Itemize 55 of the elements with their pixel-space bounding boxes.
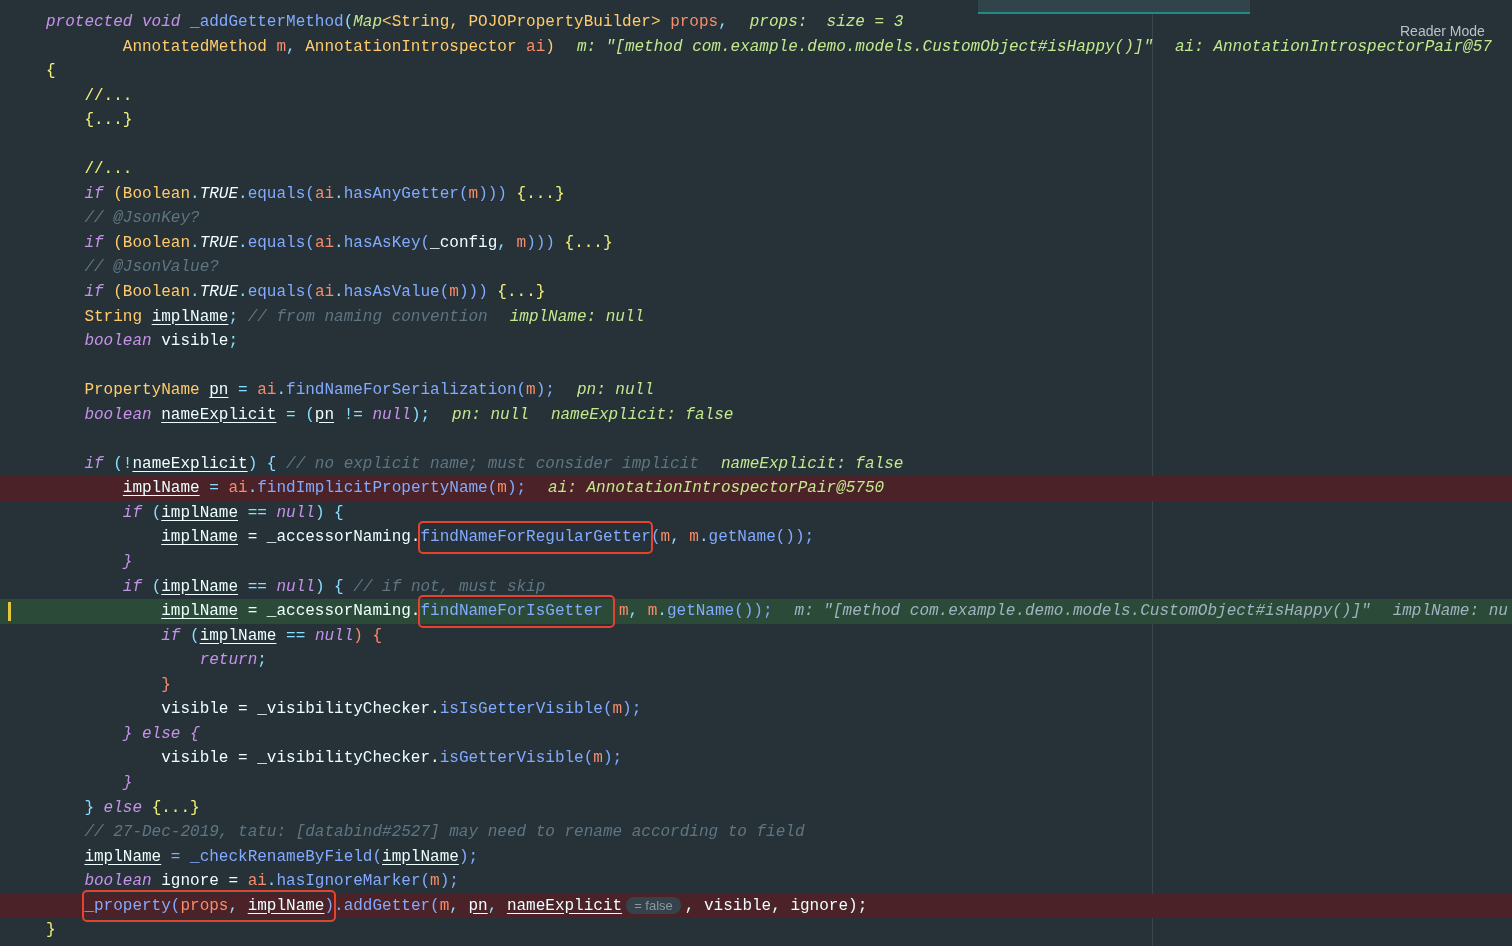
code-text: implName = _accessorNaming. bbox=[160, 601, 421, 623]
inline-value-hint: nameExplicit: false bbox=[550, 404, 734, 426]
code-text: visible = _visibilityChecker.isIsGetterVisible(m); bbox=[160, 699, 642, 721]
code-comment: // 27-Dec-2019, tatu: [databind#2527] may need to rename according to field bbox=[83, 822, 805, 844]
code-text: if (implName == null) { // if not, must skip bbox=[121, 576, 546, 598]
code-text: return; bbox=[198, 650, 267, 672]
code-text: m, m.getName()); bbox=[618, 601, 773, 623]
reader-mode-button[interactable]: Reader Mode bbox=[1400, 23, 1485, 39]
code-text: findNameForRegularGetter bbox=[420, 527, 651, 549]
code-text: if (Boolean.TRUE.equals(ai.hasAsKey(_config, m))) {...} bbox=[83, 232, 613, 254]
code-text: implName = _accessorNaming. bbox=[160, 527, 421, 549]
code-text: } else {...} bbox=[83, 797, 200, 819]
code-text: visible = _visibilityChecker.isGetterVisible(m); bbox=[160, 748, 623, 770]
code-text: } bbox=[121, 772, 133, 794]
inline-value-hint: implName: nu bbox=[1392, 601, 1508, 623]
code-text: implName = ai.findImplicitPropertyName(m); bbox=[121, 478, 527, 500]
code-text: if (Boolean.TRUE.equals(ai.hasAnyGetter(m))) {...} bbox=[83, 183, 565, 205]
code-comment: // @JsonValue? bbox=[83, 257, 219, 279]
code-text: .addGetter(m, pn, nameExplicit bbox=[334, 895, 623, 917]
code-text: {...} bbox=[83, 110, 133, 132]
inline-value-hint: m: "[method com.example.demo.models.CustomObject#isHappy()]" bbox=[794, 601, 1371, 623]
inline-value-hint: ai: AnnotationIntrospectorPair@5750 bbox=[548, 478, 885, 500]
code-text: AnnotatedMethod m, AnnotationIntrospector ai) bbox=[121, 36, 555, 58]
code-text: findNameForIsGetter bbox=[420, 601, 603, 623]
code-text: , visible, ignore); bbox=[684, 895, 868, 917]
code-text: } bbox=[160, 674, 171, 696]
code-text: } bbox=[46, 920, 56, 942]
code-text: if (!nameExplicit) { // no explicit name; must consider implicit bbox=[83, 453, 699, 475]
inline-value-hint: m: "[method com.example.demo.models.CustomObject#isHappy()]" bbox=[576, 36, 1153, 58]
code-text: } bbox=[121, 552, 133, 574]
code-text: _property(props, implName) bbox=[84, 895, 335, 917]
code-text: implName = _checkRenameByField(implName); bbox=[83, 846, 479, 868]
execution-marker-icon bbox=[8, 602, 11, 622]
code-comment: // @JsonKey? bbox=[83, 208, 200, 230]
code-text: boolean ignore = ai.hasIgnoreMarker(m); bbox=[83, 871, 459, 893]
code-text: boolean visible; bbox=[83, 331, 239, 353]
inline-value-hint: props: size = 3 bbox=[749, 12, 904, 33]
code-text: } else { bbox=[121, 723, 200, 745]
inline-value-hint: ai: AnnotationIntrospectorPair@57 bbox=[1175, 36, 1492, 58]
code-text: String implName; // from naming convention bbox=[83, 306, 488, 328]
code-text: //... bbox=[83, 85, 133, 107]
code-text: if (Boolean.TRUE.equals(ai.hasAsValue(m))) {...} bbox=[83, 282, 546, 303]
code-text: //... bbox=[83, 159, 133, 181]
code-text: boolean nameExplicit = (pn != null); bbox=[83, 404, 431, 426]
code-text: PropertyName pn = ai.findNameForSerialization(m); bbox=[83, 380, 555, 402]
code-text: (m, m.getName()); bbox=[650, 527, 815, 549]
code-text: protected void _addGetterMethod(Map<String, POJOPropertyBuilder> props, bbox=[46, 12, 728, 33]
inline-value-hint: pn: null bbox=[452, 404, 529, 426]
inline-value-hint: implName: null bbox=[509, 306, 645, 328]
code-text: if (implName == null) { bbox=[121, 502, 344, 524]
code-text: { bbox=[46, 61, 56, 83]
code-text: if (implName == null) { bbox=[160, 625, 383, 647]
inline-value-hint: pn: null bbox=[576, 380, 654, 402]
inline-value-hint: nameExplicit: false bbox=[720, 453, 904, 475]
inline-value-badge: = false bbox=[626, 897, 681, 915]
